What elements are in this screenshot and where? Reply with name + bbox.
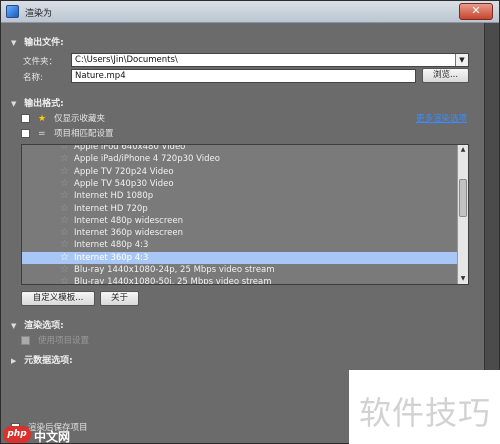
favorite-star-icon[interactable]: ☆	[60, 239, 69, 251]
file-name-value: Nature.mp4	[75, 71, 126, 81]
format-list-item[interactable]: ☆ Internet 480p 4:3	[22, 239, 458, 251]
favorite-star-icon[interactable]: ☆	[60, 203, 69, 215]
php-logo: php	[3, 426, 31, 443]
folder-value: C:\Users\Jin\Documents\	[75, 55, 178, 65]
format-list-item-label: Internet 360p 4:3	[74, 252, 149, 263]
output-format-section-toggle[interactable]: ▼ 输出格式:	[11, 96, 64, 109]
checkbox-box[interactable]	[21, 114, 30, 123]
favorite-star-icon[interactable]: ☆	[60, 145, 69, 153]
format-list-item-label: Apple TV 540p30 Video	[74, 178, 174, 189]
browse-button[interactable]: 浏览...	[422, 68, 469, 83]
expand-arrow-icon: ▶	[11, 357, 17, 365]
render-options-heading: 渲染选项:	[24, 321, 64, 331]
format-list-item-label: Apple iPod 640x480 Video	[74, 144, 186, 152]
format-list-item-label: Apple TV 720p24 Video	[74, 166, 174, 177]
format-list-item[interactable]: ☆ Apple TV 720p24 Video	[22, 166, 458, 178]
customize-template-button[interactable]: 自定义模板...	[21, 291, 95, 306]
output-file-heading: 输出文件:	[24, 38, 64, 48]
file-name-input[interactable]: Nature.mp4	[71, 69, 416, 83]
metadata-section-toggle[interactable]: ▶ 元数据选项:	[11, 353, 73, 366]
format-list-item[interactable]: ☆ Apple TV 540p30 Video	[22, 178, 458, 190]
match-project-label: 项目相匹配设置	[54, 129, 114, 139]
favorite-star-icon[interactable]: ☆	[60, 178, 69, 190]
list-scrollbar[interactable]: ▲ ▼	[457, 145, 468, 284]
window-title: 渲染为	[25, 9, 53, 19]
favorites-label: 仅显示收藏夹	[54, 114, 106, 124]
expand-arrow-icon: ▼	[11, 39, 17, 47]
checkbox-box	[21, 336, 30, 345]
format-list-item-label: Apple iPad/iPhone 4 720p30 Video	[74, 154, 220, 165]
format-list-item-label: Internet HD 1080p	[74, 191, 154, 202]
favorite-star-icon[interactable]: ☆	[60, 227, 69, 239]
close-button[interactable]: ✕	[459, 3, 493, 20]
favorite-star-icon[interactable]: ☆	[60, 215, 69, 227]
watermark-text: 软件技巧	[359, 394, 492, 432]
equals-icon: =	[38, 128, 46, 139]
app-icon	[6, 5, 19, 18]
output-format-heading: 输出格式:	[24, 99, 64, 109]
favorites-only-checkbox[interactable]: ★ 仅显示收藏夹	[21, 112, 105, 124]
favorite-star-icon[interactable]: ☆	[60, 190, 69, 202]
format-list-item[interactable]: ☆ Internet 360p widescreen	[22, 227, 458, 239]
site-name: 中文网	[34, 430, 71, 444]
more-render-options-link[interactable]: 更多渲染选项	[416, 112, 467, 124]
watermark-overlay: 软件技巧	[349, 370, 500, 444]
format-template-list[interactable]: ☆ Apple iPod 640x480 Video ☆ Apple iPad/iPh…	[21, 144, 469, 285]
format-list-item[interactable]: ☆ Internet HD 720p	[22, 203, 458, 215]
chevron-down-icon[interactable]: ▼	[455, 54, 468, 66]
output-file-section-toggle[interactable]: ▼ 输出文件:	[11, 35, 64, 48]
format-list-item[interactable]: ☆ Apple iPod 640x480 Video	[22, 144, 458, 153]
expand-arrow-icon: ▼	[11, 322, 17, 330]
expand-arrow-icon: ▼	[11, 100, 17, 108]
format-list-item-label: Internet 480p widescreen	[74, 215, 183, 226]
use-project-settings-label: 使用项目设置	[38, 336, 90, 346]
folder-select[interactable]: C:\Users\Jin\Documents\ ▼	[71, 53, 469, 67]
use-project-settings-checkbox: 使用项目设置	[21, 334, 89, 346]
folder-label: 文件夹：	[23, 57, 58, 67]
format-list-item[interactable]: ☆ Internet HD 1080p	[22, 190, 458, 202]
format-list-item-label: Blu-ray 1440x1080-24p, 25 Mbps video str…	[74, 265, 275, 275]
format-list-item-label: Internet 480p 4:3	[74, 240, 149, 251]
favorite-star-icon[interactable]: ☆	[60, 166, 69, 178]
favorite-star-icon[interactable]: ☆	[60, 153, 69, 165]
star-icon: ★	[38, 113, 47, 124]
about-button[interactable]: 关于	[100, 291, 139, 306]
name-label: 名称:	[23, 73, 43, 83]
format-list-item[interactable]: ☆ Internet 480p widescreen	[22, 215, 458, 227]
scroll-thumb[interactable]	[459, 179, 467, 217]
format-list-item[interactable]: ☆ Internet 360p 4:3	[22, 251, 458, 264]
title-bar: 渲染为 ✕	[1, 1, 499, 23]
format-list-item[interactable]: ☆ Blu-ray 1440x1080-50i, 25 Mbps video st…	[22, 276, 458, 285]
format-list-item[interactable]: ☆ Blu-ray 1440x1080-24p, 25 Mbps video st…	[22, 264, 458, 276]
metadata-heading: 元数据选项:	[24, 356, 73, 366]
favorite-star-icon[interactable]: ☆	[60, 252, 69, 264]
render-as-dialog: 渲染为 ✕ ▼ 输出文件: 文件夹： C:\Users\Jin\Document…	[0, 0, 500, 444]
checkbox-box[interactable]	[21, 129, 30, 138]
match-project-checkbox[interactable]: = 项目相匹配设置	[21, 127, 114, 139]
format-list-item[interactable]: ☆ Apple iPad/iPhone 4 720p30 Video	[22, 153, 458, 165]
scroll-up-icon[interactable]: ▲	[458, 145, 468, 155]
format-list-item-label: Blu-ray 1440x1080-50i, 25 Mbps video str…	[74, 277, 272, 285]
favorite-star-icon[interactable]: ☆	[60, 276, 69, 284]
favorite-star-icon[interactable]: ☆	[60, 264, 69, 276]
format-list-item-label: Internet 360p widescreen	[74, 228, 183, 239]
render-options-section-toggle[interactable]: ▼ 渲染选项:	[11, 318, 64, 331]
scroll-down-icon[interactable]: ▼	[458, 274, 468, 284]
format-list-item-label: Internet HD 720p	[74, 203, 148, 214]
